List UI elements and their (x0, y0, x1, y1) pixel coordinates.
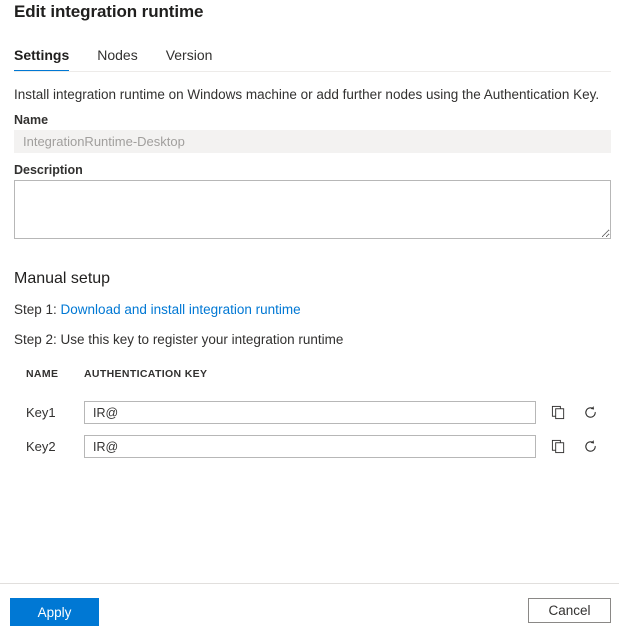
table-row: Key1 (26, 396, 611, 429)
table-row: Key2 (26, 430, 611, 463)
key1-label: Key1 (26, 405, 84, 420)
tab-settings[interactable]: Settings (14, 45, 81, 65)
key2-label: Key2 (26, 439, 84, 454)
description-textarea[interactable] (14, 180, 611, 239)
name-label: Name (14, 113, 48, 127)
page-title: Edit integration runtime (14, 2, 203, 22)
edit-integration-runtime-panel: Edit integration runtime Settings Nodes … (0, 0, 619, 634)
name-input (14, 130, 611, 153)
step-1-prefix: Step 1: (14, 302, 61, 317)
download-install-link[interactable]: Download and install integration runtime (61, 302, 301, 317)
manual-setup-heading: Manual setup (14, 270, 110, 288)
step-2-line: Step 2: Use this key to register your in… (14, 332, 343, 347)
column-header-name: NAME (26, 368, 84, 380)
key1-input[interactable] (84, 401, 536, 424)
tab-bottom-border (14, 71, 611, 72)
tab-nodes[interactable]: Nodes (97, 45, 149, 65)
authentication-key-table: NAME AUTHENTICATION KEY Key1 Key2 (26, 366, 611, 463)
tab-strip: Settings Nodes Version (14, 45, 611, 73)
cancel-button[interactable]: Cancel (528, 598, 611, 623)
tab-version[interactable]: Version (166, 45, 225, 65)
refresh-icon[interactable] (577, 401, 603, 425)
key2-input[interactable] (84, 435, 536, 458)
step-1-line: Step 1: Download and install integration… (14, 302, 301, 317)
description-label: Description (14, 163, 83, 177)
intro-description: Install integration runtime on Windows m… (14, 87, 599, 102)
copy-icon[interactable] (545, 435, 571, 459)
apply-button[interactable]: Apply (10, 598, 99, 626)
copy-icon[interactable] (545, 401, 571, 425)
footer-divider (0, 583, 619, 584)
refresh-icon[interactable] (577, 435, 603, 459)
table-header-row: NAME AUTHENTICATION KEY (26, 366, 611, 382)
tab-list: Settings Nodes Version (14, 45, 611, 72)
column-header-authentication-key: AUTHENTICATION KEY (84, 368, 611, 380)
